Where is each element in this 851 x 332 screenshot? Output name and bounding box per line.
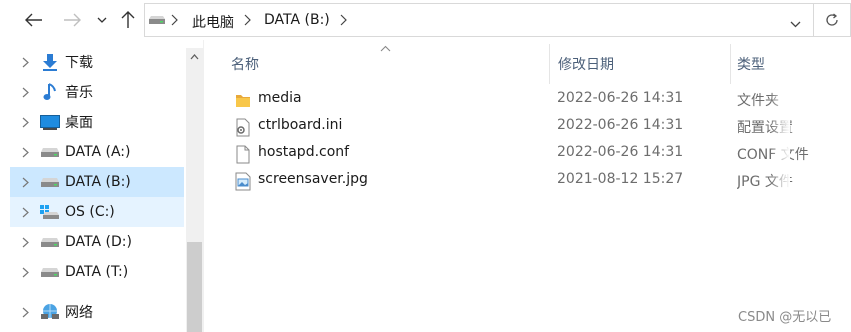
- sidebar-item-desktop[interactable]: 桌面: [10, 107, 184, 137]
- breadcrumb-separator-icon[interactable]: [171, 14, 178, 30]
- recent-locations-button[interactable]: [90, 8, 114, 32]
- sidebar-item-label: DATA (A:): [65, 144, 131, 160]
- sidebar-item-data-a[interactable]: DATA (A:): [10, 137, 184, 167]
- sort-ascending-icon: [380, 40, 391, 56]
- sidebar-item-label: 音乐: [65, 85, 93, 101]
- arrow-right-icon: [64, 13, 81, 27]
- scrollbar-thumb[interactable]: [187, 242, 202, 332]
- drive-icon: [148, 13, 166, 29]
- settings-file-icon: [234, 117, 252, 137]
- column-header-type[interactable]: 类型: [737, 44, 765, 84]
- navigation-bar: 此电脑 DATA (B:): [0, 0, 851, 40]
- file-icon: [234, 144, 252, 164]
- sidebar-item-downloads[interactable]: 下载: [10, 47, 184, 77]
- sidebar-item-label: DATA (D:): [65, 234, 132, 250]
- expand-chevron-icon[interactable]: [10, 227, 40, 257]
- file-name: media: [258, 90, 302, 106]
- sidebar-item-data-d[interactable]: DATA (D:): [10, 227, 184, 257]
- drive-icon: [40, 232, 60, 252]
- expand-chevron-icon[interactable]: [10, 107, 40, 137]
- file-list: 名称 修改日期 类型 media 2022-06-26 14:31 文件夹 ct…: [205, 40, 851, 332]
- sidebar-item-network[interactable]: 网络: [10, 297, 184, 327]
- watermark-text: CSDN @无以已: [738, 310, 832, 325]
- expand-chevron-icon[interactable]: [10, 197, 40, 227]
- chevron-up-icon: [190, 53, 199, 59]
- drive-icon: [40, 172, 60, 192]
- network-icon: [40, 302, 60, 322]
- address-bar[interactable]: 此电脑 DATA (B:): [144, 3, 814, 37]
- expand-chevron-icon[interactable]: [10, 297, 40, 327]
- file-row-hostapd[interactable]: hostapd.conf 2022-06-26 14:31 CONF 文件: [230, 140, 851, 167]
- music-note-icon: [40, 82, 60, 102]
- expand-chevron-icon[interactable]: [10, 77, 40, 107]
- desktop-icon: [40, 112, 60, 132]
- scroll-up-button[interactable]: [186, 48, 203, 65]
- chevron-down-icon: [97, 17, 107, 23]
- sidebar-scrollbar[interactable]: [186, 48, 203, 332]
- sidebar-item-label: DATA (T:): [65, 264, 129, 280]
- file-name: ctrlboard.ini: [258, 117, 343, 133]
- drive-icon: [40, 142, 60, 162]
- sidebar-item-label: 桌面: [65, 115, 93, 131]
- expand-chevron-icon[interactable]: [10, 47, 40, 77]
- download-arrow-icon: [40, 52, 60, 72]
- up-button[interactable]: [116, 8, 140, 32]
- sidebar-item-music[interactable]: 音乐: [10, 77, 184, 107]
- forward-button[interactable]: [60, 8, 84, 32]
- column-overflow-fade: [770, 40, 790, 332]
- windows-drive-icon: [40, 202, 60, 222]
- sidebar-item-data-t[interactable]: DATA (T:): [10, 257, 184, 287]
- sidebar-item-label: 下载: [65, 55, 93, 71]
- chevron-down-icon: [790, 21, 801, 28]
- arrow-up-icon: [121, 11, 135, 28]
- file-modified: 2021-08-12 15:27: [557, 171, 684, 187]
- file-modified: 2022-06-26 14:31: [557, 117, 684, 133]
- breadcrumb-this-pc[interactable]: 此电脑: [192, 12, 234, 32]
- sidebar-item-label: 网络: [65, 305, 93, 321]
- expand-chevron-icon[interactable]: [10, 137, 40, 167]
- file-modified: 2022-06-26 14:31: [557, 144, 684, 160]
- breadcrumb-current-drive[interactable]: DATA (B:): [264, 12, 330, 28]
- file-name: screensaver.jpg: [258, 171, 368, 187]
- address-history-dropdown[interactable]: [790, 16, 801, 32]
- sidebar-item-data-b[interactable]: DATA (B:): [10, 167, 184, 197]
- file-row-screensaver[interactable]: screensaver.jpg 2021-08-12 15:27 JPG 文件: [230, 167, 851, 194]
- column-header-modified[interactable]: 修改日期: [558, 44, 614, 84]
- breadcrumb-separator-icon[interactable]: [244, 14, 251, 30]
- sidebar-item-label: DATA (B:): [65, 174, 131, 190]
- sidebar-item-label: OS (C:): [65, 204, 115, 220]
- folder-icon: [234, 90, 252, 110]
- expand-chevron-icon[interactable]: [10, 167, 40, 197]
- arrow-left-icon: [25, 13, 42, 27]
- column-divider[interactable]: [730, 44, 731, 84]
- file-modified: 2022-06-26 14:31: [557, 90, 684, 106]
- column-divider[interactable]: [549, 44, 550, 84]
- refresh-icon: [826, 13, 838, 26]
- sidebar-item-os-c[interactable]: OS (C:): [10, 197, 184, 227]
- navigation-pane: 下载 音乐 桌面 DATA (A:) DATA (B:) OS (C:) DAT…: [0, 40, 204, 332]
- file-row-media[interactable]: media 2022-06-26 14:31 文件夹: [230, 86, 851, 113]
- refresh-button[interactable]: [814, 3, 851, 37]
- file-row-ctrlboard[interactable]: ctrlboard.ini 2022-06-26 14:31 配置设置: [230, 113, 851, 140]
- back-button[interactable]: [22, 8, 46, 32]
- expand-chevron-icon[interactable]: [10, 257, 40, 287]
- file-name: hostapd.conf: [258, 144, 350, 160]
- drive-icon: [40, 262, 60, 282]
- column-header-name[interactable]: 名称: [231, 44, 259, 84]
- breadcrumb-separator-icon[interactable]: [340, 14, 347, 30]
- image-file-icon: [234, 171, 252, 191]
